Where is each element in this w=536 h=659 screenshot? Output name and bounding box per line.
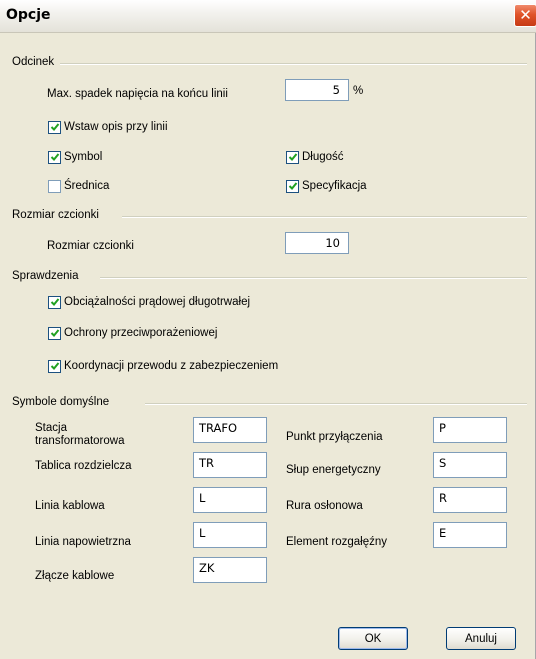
koordynacja-label: Koordynacji przewodu z zabezpieczeniem [64,360,279,372]
srednica-checkbox[interactable]: Średnica [48,178,109,194]
napowietrzna-label: Linia napowietrzna [35,536,131,548]
checkbox-checked-icon [48,150,61,164]
ok-button-label: OK [364,632,382,645]
checkbox-checked-icon [48,120,61,134]
checkbox-checked-icon [286,150,299,164]
insert-desc-checkbox[interactable]: Wstaw opis przy linii [48,119,168,135]
zlacze-label: Złącze kablowe [35,570,115,582]
kablowa-input[interactable]: L [193,487,267,513]
punkt-input[interactable]: P [433,417,507,443]
ochrona-checkbox[interactable]: Ochrony przeciwporażeniowej [48,325,217,341]
checkbox-unchecked-icon [48,179,61,193]
dlugosc-checkbox[interactable]: Długość [286,149,344,165]
title-bar[interactable]: Opcje ✕ [0,0,536,33]
dlugosc-label: Długość [302,151,344,163]
stacja-label: Stacja transformatorowa [35,422,125,447]
max-drop-input[interactable]: 5 [285,79,349,101]
close-button[interactable]: ✕ [514,4,536,27]
kablowa-label: Linia kablowa [35,500,105,512]
obciazalnosc-label: Obciążalności prądowej długotrwałej [64,296,251,308]
max-drop-label: Max. spadek napięcia na końcu linii [47,88,228,100]
koordynacja-checkbox[interactable]: Koordynacji przewodu z zabezpieczeniem [48,358,278,374]
section-divider [100,277,527,279]
section-title-rozmiar: Rozmiar czcionki [12,209,102,221]
stacja-input[interactable]: TRAFO [193,417,267,443]
section-divider [60,63,527,65]
punkt-label: Punkt przyłączenia [286,431,383,443]
zlacze-input[interactable]: ZK [193,557,267,583]
slup-input[interactable]: S [433,452,507,478]
section-divider [145,403,527,405]
rura-label: Rura osłonowa [286,500,363,512]
section-divider [122,216,527,218]
slup-label: Słup energetyczny [286,464,381,476]
checkbox-checked-icon [48,359,61,373]
specyfikacja-label: Specyfikacja [302,180,367,192]
specyfikacja-checkbox[interactable]: Specyfikacja [286,178,367,194]
options-dialog: Opcje ✕ Odcinek Max. spadek napięcia na … [0,0,536,659]
font-size-input[interactable]: 10 [285,232,349,254]
tablica-input[interactable]: TR [193,452,267,478]
checkbox-checked-icon [48,295,61,309]
ochrona-label: Ochrony przeciwporażeniowej [64,327,218,339]
srednica-label: Średnica [64,180,110,192]
cancel-button-label: Anuluj [465,632,497,645]
insert-desc-label: Wstaw opis przy linii [64,121,168,133]
rura-input[interactable]: R [433,487,507,513]
section-title-sprawdzenia: Sprawdzenia [12,270,82,282]
font-size-label: Rozmiar czcionki [47,240,134,252]
element-input[interactable]: E [433,522,507,548]
checkbox-checked-icon [48,326,61,340]
ok-button[interactable]: OK [338,627,408,650]
symbol-label: Symbol [64,151,103,163]
symbol-checkbox[interactable]: Symbol [48,149,102,165]
tablica-label: Tablica rozdzielcza [35,460,132,472]
close-icon: ✕ [519,6,532,24]
checkbox-checked-icon [286,179,299,193]
element-label: Element rozgałęźny [286,536,387,548]
max-drop-unit: % [353,85,364,97]
section-title-odcinek: Odcinek [12,56,58,68]
section-title-symbole: Symbole domyślne [12,396,113,408]
window-title: Opcje [6,7,51,23]
cancel-button[interactable]: Anuluj [446,627,516,650]
obciazalnosc-checkbox[interactable]: Obciążalności prądowej długotrwałej [48,294,250,310]
napowietrzna-input[interactable]: L [193,522,267,548]
